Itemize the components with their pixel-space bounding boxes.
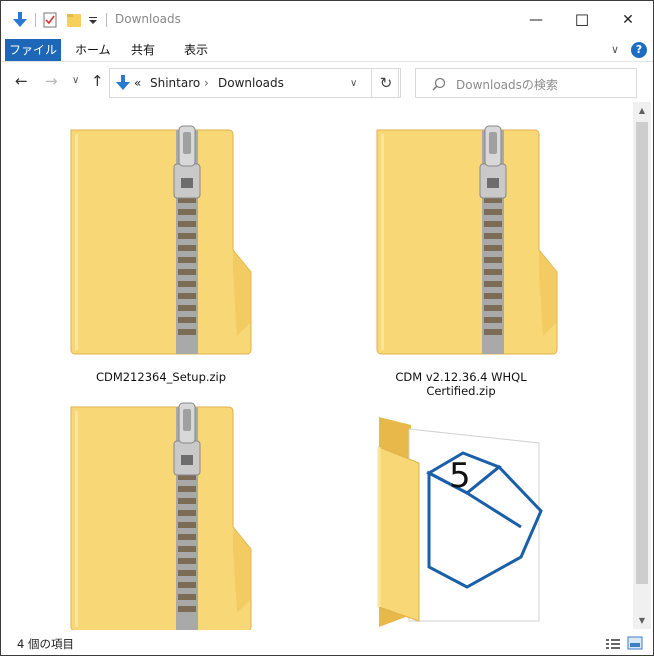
recent-locations-icon[interactable]: ∨: [72, 75, 79, 86]
zip-folder-icon: [70, 402, 252, 631]
status-bar: 4 個の項目: [1, 630, 653, 655]
qa-divider: [35, 13, 36, 27]
tab-share[interactable]: 共有: [131, 39, 155, 61]
search-box[interactable]: Downloadsの検索: [415, 68, 637, 98]
qa-divider: [106, 13, 107, 27]
file-item[interactable]: 5: [371, 407, 551, 629]
refresh-button[interactable]: ↻: [371, 68, 401, 98]
window-title: Downloads: [115, 12, 181, 26]
zip-folder-icon: [376, 125, 558, 355]
file-view: CDM212364_Setup.zip CDM v2.12.36.4 WHQL …: [1, 102, 633, 631]
file-name: CDM v2.12.36.4 WHQL Certified.zip: [395, 370, 527, 398]
zip-folder-icon: [70, 125, 252, 355]
maximize-button[interactable]: ☐: [559, 1, 605, 39]
qa-customize-icon[interactable]: [86, 11, 100, 29]
breadcrumb-separator[interactable]: ›: [204, 76, 209, 90]
ribbon-expand-icon[interactable]: ∨: [611, 39, 619, 61]
breadcrumb-shintaro[interactable]: Shintaro: [150, 76, 200, 90]
address-dropdown-icon[interactable]: ∨: [350, 78, 357, 89]
search-icon: [432, 76, 446, 91]
back-icon[interactable]: ←: [15, 72, 28, 90]
navigation-bar: ← → ∨ ↑ « Shintaro › Downloads ∨ ↻ Downl…: [1, 62, 653, 102]
close-button[interactable]: ✕: [605, 1, 651, 39]
minimize-icon: —: [529, 12, 543, 28]
ribbon-tabs: ファイル ホーム 共有 表示 ∨ ?: [1, 39, 653, 62]
downloads-arrow-icon[interactable]: [11, 11, 29, 29]
minimize-button[interactable]: —: [513, 1, 559, 39]
tab-home[interactable]: ホーム: [75, 39, 111, 61]
downloads-location-icon: [115, 75, 131, 91]
folder-with-document-icon: 5: [377, 417, 543, 627]
refresh-icon: ↻: [379, 74, 393, 92]
breadcrumb-downloads[interactable]: Downloads: [218, 76, 284, 90]
properties-icon[interactable]: [42, 11, 58, 29]
vertical-scrollbar[interactable]: ▲ ▼: [633, 102, 651, 629]
maximize-icon: ☐: [574, 10, 590, 30]
details-view-icon[interactable]: [605, 636, 621, 650]
quick-access-toolbar: [11, 10, 113, 30]
item-count: 4 個の項目: [17, 637, 74, 651]
large-icons-view-icon[interactable]: [627, 635, 643, 651]
file-name: CDM212364_Setup.zip: [95, 370, 227, 384]
svg-text:5: 5: [449, 456, 471, 496]
help-icon[interactable]: ?: [631, 42, 647, 58]
forward-icon[interactable]: →: [45, 72, 58, 90]
search-placeholder: Downloadsの検索: [456, 78, 558, 92]
file-item[interactable]: CDM212364_Setup.zip: [61, 122, 261, 392]
address-bar[interactable]: « Shintaro › Downloads ∨: [109, 68, 399, 98]
close-icon: ✕: [622, 12, 634, 28]
file-item[interactable]: [61, 399, 261, 631]
explorer-window: Downloads — ☐ ✕ ファイル ホーム 共有 表示 ∨ ? ← → ∨…: [0, 0, 654, 656]
tab-file[interactable]: ファイル: [5, 39, 61, 61]
title-bar: Downloads — ☐ ✕: [1, 1, 653, 39]
scroll-down-icon[interactable]: ▼: [633, 612, 651, 629]
scroll-up-icon[interactable]: ▲: [633, 102, 651, 119]
scroll-thumb[interactable]: [636, 122, 648, 584]
up-icon[interactable]: ↑: [91, 72, 104, 90]
breadcrumb-overflow-icon[interactable]: «: [134, 76, 141, 90]
new-folder-icon[interactable]: [66, 11, 82, 29]
file-item[interactable]: CDM v2.12.36.4 WHQL Certified.zip: [361, 122, 561, 398]
tab-view[interactable]: 表示: [184, 39, 208, 61]
